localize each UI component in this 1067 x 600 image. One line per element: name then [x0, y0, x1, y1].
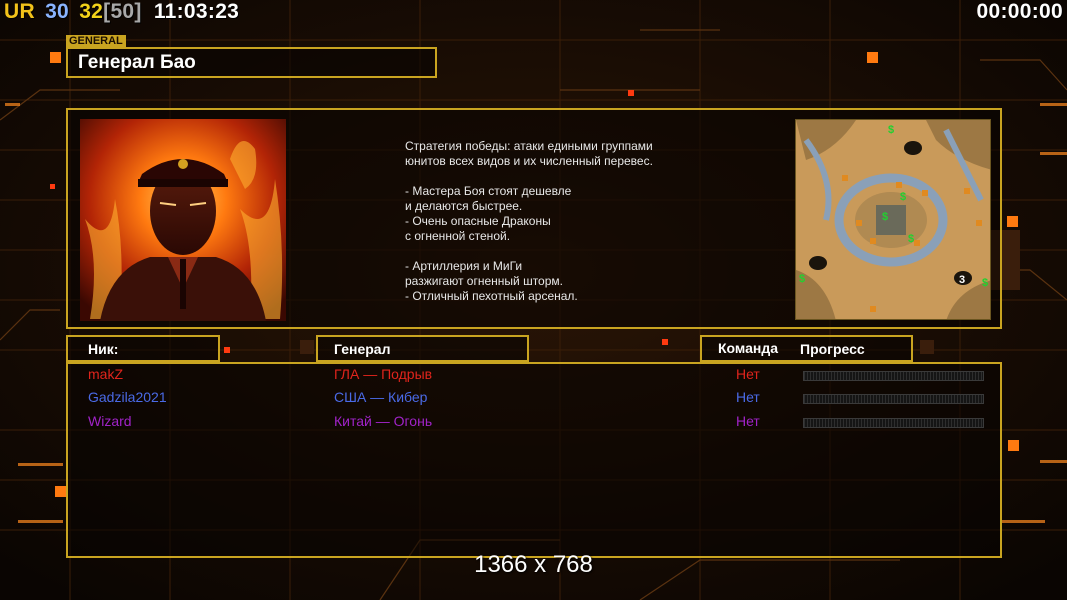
description-line: - Отличный пехотный арсенал. — [405, 289, 578, 303]
column-header-nick-label: Ник: — [88, 341, 119, 357]
money-marker: $ — [900, 191, 906, 203]
general-description: Стратегия победы: атаки едиными группами… — [405, 139, 705, 304]
player-row[interactable]: makZ ГЛА — Подрыв Нет — [68, 366, 1000, 390]
general-portrait — [80, 119, 286, 321]
player-general: Китай — Огонь — [334, 413, 433, 429]
player-team: Нет — [736, 413, 760, 429]
map-preview-image: 3 $ $ $ $ $ $ — [796, 120, 990, 319]
general-name: Генерал Бао — [78, 52, 196, 73]
system-clock: 11:03:23 — [153, 0, 240, 23]
description-line: Стратегия победы: атаки едиными группами — [405, 139, 653, 153]
fps-counter: UR 30 32[50] 11:03:23 — [4, 0, 239, 24]
player-team: Нет — [736, 366, 760, 382]
description-line: - Очень опасные Драконы — [405, 214, 551, 228]
description-line — [405, 244, 705, 259]
description-line: с огненной стеной. — [405, 229, 511, 243]
description-line: - Артиллерия и МиГи — [405, 259, 523, 273]
player-progress-bar — [803, 394, 984, 404]
player-team: Нет — [736, 389, 760, 405]
fps-value-a: 30 — [45, 0, 70, 23]
description-line: и делаются быстрее. — [405, 199, 523, 213]
money-marker: $ — [908, 233, 914, 245]
map-preview[interactable]: 3 $ $ $ $ $ $ — [795, 119, 991, 320]
resolution-label: 1366 x 768 — [474, 551, 593, 578]
description-line — [405, 169, 705, 184]
money-marker: $ — [888, 124, 894, 136]
general-info-panel: Стратегия победы: атаки едиными группами… — [66, 108, 1002, 329]
player-general: США — Кибер — [334, 389, 428, 405]
fps-cap: [50] — [103, 0, 142, 23]
general-title-box: Генерал Бао — [66, 47, 437, 78]
money-marker: $ — [799, 273, 805, 285]
description-line: разжигают огненный шторм. — [405, 274, 563, 288]
player-nick: Gadzila2021 — [88, 389, 167, 405]
start-position-marker: 3 — [959, 274, 965, 286]
column-header-nick: Ник: — [66, 335, 220, 362]
column-header-team-label: Команда — [718, 340, 778, 356]
player-progress-bar — [803, 418, 984, 428]
player-general: ГЛА — Подрыв — [334, 366, 433, 382]
description-line: юнитов всех видов и их численный перевес… — [405, 154, 653, 168]
player-nick: makZ — [88, 366, 123, 382]
description-line: - Мастера Боя стоят дешевле — [405, 184, 572, 198]
column-header-progress-label: Прогресс — [800, 341, 865, 357]
money-marker: $ — [882, 211, 888, 223]
column-header-general-label: Генерал — [334, 341, 391, 357]
game-timer: 00:00:00 — [976, 0, 1063, 23]
player-row[interactable]: Wizard Китай — Огонь Нет — [68, 413, 1000, 437]
player-progress-bar — [803, 371, 984, 381]
player-nick: Wizard — [88, 413, 132, 429]
fps-value-b: 32 — [79, 0, 104, 23]
hud-prefix: UR — [4, 0, 35, 23]
player-row[interactable]: Gadzila2021 США — Кибер Нет — [68, 389, 1000, 413]
column-header-general: Генерал — [316, 335, 529, 362]
players-list: makZ ГЛА — Подрыв Нет Gadzila2021 США — … — [66, 362, 1002, 558]
general-portrait-image — [80, 119, 286, 321]
column-header-team-progress: Команда Прогресс — [700, 335, 913, 362]
money-marker: $ — [982, 277, 988, 289]
